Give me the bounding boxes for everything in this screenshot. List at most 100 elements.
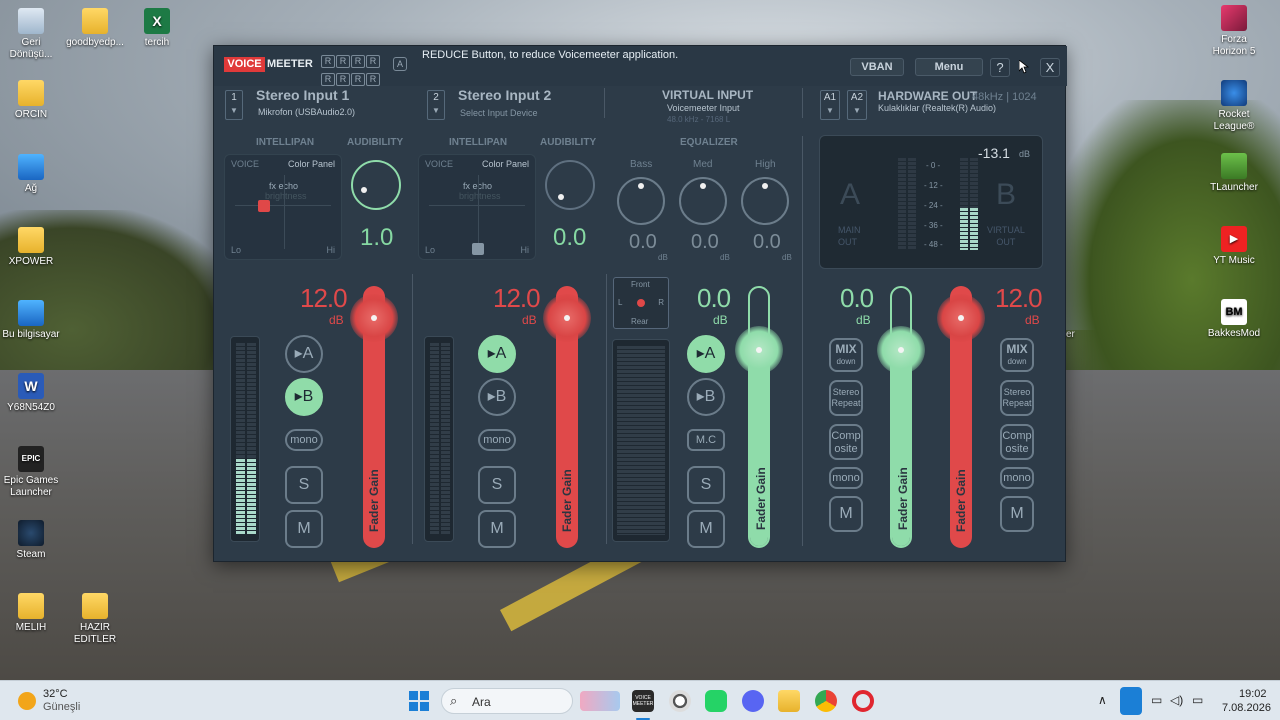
epic-games-icon: EPIC <box>18 446 44 472</box>
desktop-icon-epic-games[interactable]: EPIC Epic Games Launcher <box>0 446 68 499</box>
pan-handle[interactable] <box>258 200 270 212</box>
strip2-mute-button[interactable]: M <box>478 510 516 548</box>
logo-voice: VOICE <box>224 57 265 72</box>
desktop-icon-word-doc[interactable]: W Y68N54Z0 <box>0 373 68 414</box>
title-bar[interactable]: VOICE MEETER RRRR RRRR A REDUCE Button, … <box>214 46 1067 86</box>
voice-label: VOICE <box>425 159 454 169</box>
network-icon[interactable]: ▭ <box>1151 693 1162 707</box>
hi-label: Hi <box>326 245 336 255</box>
strip2-bus-b-button[interactable]: ▸B <box>478 378 516 416</box>
virtual-mc-button[interactable]: M.C <box>687 429 725 451</box>
strip2-name[interactable]: Stereo Input 2 <box>458 87 551 103</box>
rear-label: Rear <box>631 317 649 326</box>
strip2-device-select[interactable]: 2 ▼ <box>427 90 445 120</box>
virtual-mute-button[interactable]: M <box>687 510 725 548</box>
windows-start-icon[interactable] <box>408 690 430 712</box>
help-button[interactable]: ? <box>990 58 1010 77</box>
obs-icon[interactable] <box>669 690 691 712</box>
whatsapp-icon[interactable] <box>705 690 727 712</box>
mix-sub-label: down <box>836 357 856 366</box>
virtual-bus-a-button[interactable]: ▸A <box>687 335 725 373</box>
discord-icon[interactable] <box>742 690 764 712</box>
pan-handle[interactable] <box>472 243 484 255</box>
clock-date[interactable]: 7.08.2026 <box>1222 702 1271 714</box>
surround-pan-panel[interactable]: Front L R Rear <box>613 277 669 329</box>
bus-b-mute-button[interactable]: M <box>1000 496 1034 532</box>
bus-a-mono-button[interactable]: mono <box>829 467 863 489</box>
strip1-audibility-knob[interactable] <box>351 160 401 210</box>
battery-icon[interactable]: ▭ <box>1192 693 1203 707</box>
weather-temp[interactable]: 32°C <box>43 688 68 700</box>
strip1-bus-a-button[interactable]: ▸A <box>285 335 323 373</box>
virtual-out-big-b: B <box>996 178 1017 211</box>
a1-device-select[interactable]: A1 ▼ <box>820 90 840 120</box>
fader-gain-label: Fader Gain <box>954 469 968 532</box>
chevron-down-icon: ▼ <box>853 106 861 115</box>
search-box[interactable]: ⌕ Ara <box>441 688 620 714</box>
virtual-fader-knob[interactable] <box>735 326 783 374</box>
desktop-icon-yt-music[interactable]: ▶ YT Music <box>1197 226 1271 267</box>
strip2-mono-button[interactable]: mono <box>478 429 516 451</box>
strip2-fader-knob[interactable] <box>543 294 591 342</box>
weather-desc[interactable]: Güneşli <box>43 701 80 713</box>
strip1-name[interactable]: Stereo Input 1 <box>256 87 349 103</box>
vban-button[interactable]: VBAN <box>850 58 904 76</box>
opera-icon[interactable] <box>852 690 874 712</box>
voicemeeter-taskbar-icon[interactable]: VOICE MEETER <box>632 690 654 712</box>
chrome-icon[interactable] <box>815 690 837 712</box>
file-explorer-icon[interactable] <box>778 690 800 712</box>
desktop-icon-bakkesmod[interactable]: BM BakkesMod <box>1197 299 1271 340</box>
desktop-icon-forza[interactable]: Forza Horizon 5 <box>1197 5 1271 58</box>
strip1-fader-knob[interactable] <box>350 294 398 342</box>
excel-icon: X <box>144 8 170 34</box>
desktop-icon-network[interactable]: Ağ <box>0 154 68 195</box>
desktop-icon-this-pc[interactable]: Bu bilgisayar <box>0 300 68 341</box>
desktop-icon-tercih[interactable]: Xtercih <box>120 8 194 49</box>
close-button[interactable]: X <box>1040 58 1060 77</box>
bus-a-mix-down-button[interactable]: MIX down <box>829 338 863 372</box>
bus-a-mute-button[interactable]: M <box>829 496 863 532</box>
strip1-bus-b-button[interactable]: ▸B <box>285 378 323 416</box>
strip2-audibility-knob[interactable] <box>545 160 595 210</box>
eq-med-knob[interactable] <box>679 177 727 225</box>
strip1-intellipan-panel[interactable]: VOICE Color Panel fx echo brightness Lo … <box>224 154 342 260</box>
desktop-icon-hazir-editler[interactable]: HAZIR EDITLER <box>58 593 132 646</box>
bus-b-composite-button[interactable]: Comp osite <box>1000 424 1034 460</box>
a2-label: A2 <box>850 92 864 103</box>
chevron-up-icon[interactable]: ∧ <box>1098 693 1107 707</box>
strip1-mute-button[interactable]: M <box>285 510 323 548</box>
strip2-bus-a-button[interactable]: ▸A <box>478 335 516 373</box>
strip1-gain-db: dB <box>329 313 344 327</box>
eq-high-knob[interactable] <box>741 177 789 225</box>
meter-column <box>898 158 906 250</box>
bus-b-mix-down-button[interactable]: MIX down <box>1000 338 1034 372</box>
desktop-icon-xpower[interactable]: XPOWER <box>0 227 68 268</box>
strip2-solo-button[interactable]: S <box>478 466 516 504</box>
pan-handle[interactable] <box>637 299 645 307</box>
bus-a-composite-button[interactable]: Comp osite <box>829 424 863 460</box>
bus-b-fader-knob[interactable] <box>937 294 985 342</box>
strip1-solo-button[interactable]: S <box>285 466 323 504</box>
strip1-mono-button[interactable]: mono <box>285 429 323 451</box>
bus-b-mono-button[interactable]: mono <box>1000 467 1034 489</box>
r-grid: RRRR RRRR <box>321 51 385 86</box>
strip2-intellipan-panel[interactable]: VOICE Color Panel fx echo brightness Lo … <box>418 154 536 260</box>
desktop-icon-orcin[interactable]: ORCIN <box>0 80 68 121</box>
strip1-device-select[interactable]: 1 ▼ <box>225 90 243 120</box>
desktop-icon-steam[interactable]: Steam <box>0 520 68 561</box>
bus-a-stereo-repeat-button[interactable]: Stereo Repeat <box>829 380 863 416</box>
desktop-icon-tlauncher[interactable]: TLauncher <box>1197 153 1271 194</box>
virtual-solo-button[interactable]: S <box>687 466 725 504</box>
microphone-icon[interactable] <box>1120 687 1142 715</box>
clock-time[interactable]: 19:02 <box>1239 688 1267 700</box>
sun-icon <box>18 692 36 710</box>
virtual-gain-db: dB <box>713 313 728 327</box>
a2-device-select[interactable]: A2 ▼ <box>847 90 867 120</box>
desktop-icon-rocket-league[interactable]: Rocket League® <box>1197 80 1271 133</box>
bus-a-fader-knob[interactable] <box>877 326 925 374</box>
virtual-bus-b-button[interactable]: ▸B <box>687 378 725 416</box>
eq-bass-knob[interactable] <box>617 177 665 225</box>
bus-b-stereo-repeat-button[interactable]: Stereo Repeat <box>1000 380 1034 416</box>
menu-button[interactable]: Menu <box>915 58 983 76</box>
speaker-icon[interactable]: ◁) <box>1170 693 1183 707</box>
